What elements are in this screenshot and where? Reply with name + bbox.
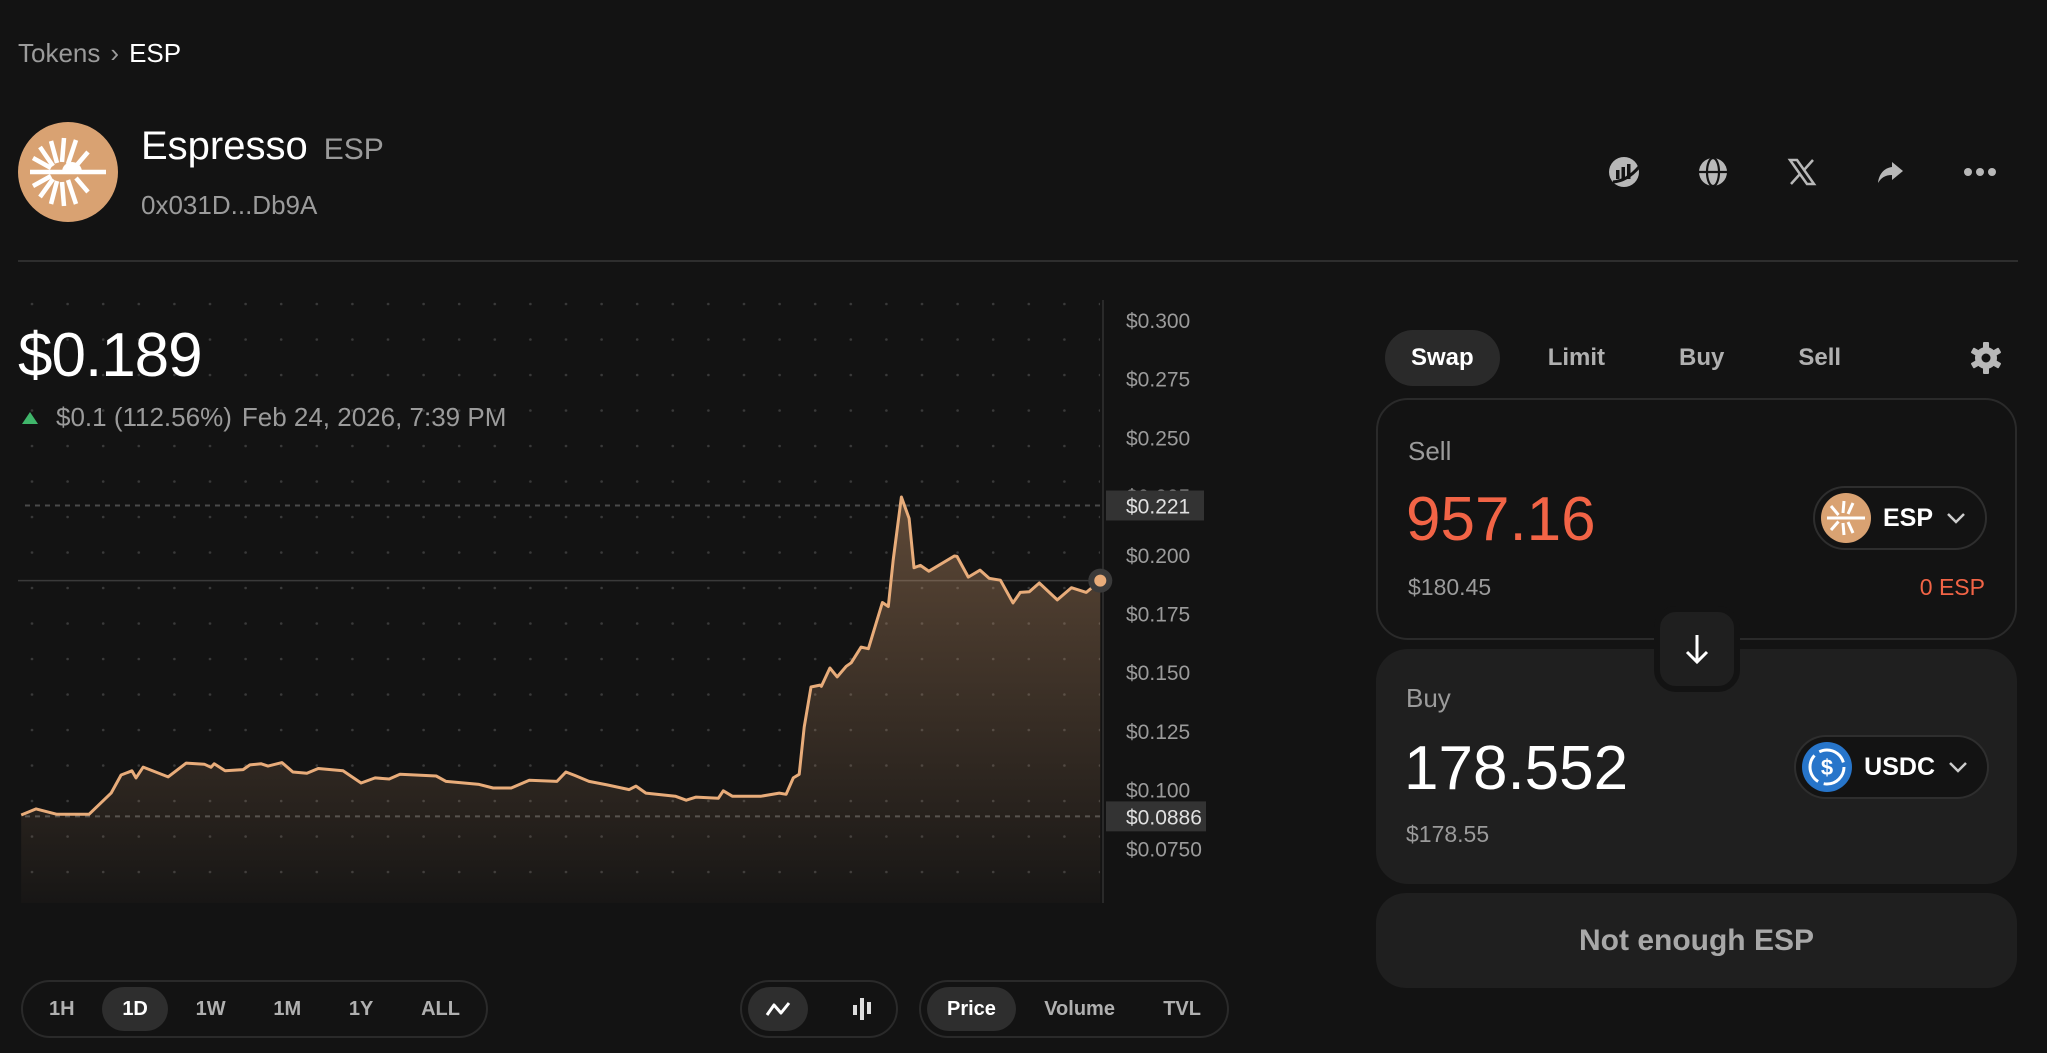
y-tick-label: $0.275	[1126, 369, 1190, 392]
tab-buy[interactable]: Buy	[1653, 330, 1750, 386]
y-tick-label: $0.250	[1126, 427, 1190, 450]
token-name: Espresso	[141, 124, 308, 168]
y-tick-label: $0.0750	[1126, 838, 1202, 861]
y-tick-label: $0.200	[1126, 545, 1190, 568]
swap-tabs: Swap Limit Buy Sell	[1385, 330, 1889, 386]
current-point	[1094, 574, 1107, 587]
timeframe-1m[interactable]: 1M	[253, 987, 321, 1031]
buy-token-selector[interactable]: $ USDC	[1794, 735, 1989, 799]
y-tick-label: $0.175	[1126, 604, 1190, 627]
share-icon[interactable]	[1868, 150, 1912, 194]
sell-panel: Sell 957.16 ESP $180.45 0 ESP	[1376, 398, 2017, 640]
sell-usd-value: $180.45	[1408, 574, 1492, 600]
chart-type-selector	[740, 980, 898, 1038]
more-icon[interactable]	[1958, 150, 2002, 194]
timeframe-1d[interactable]: 1D	[102, 987, 168, 1031]
tab-swap[interactable]: Swap	[1385, 330, 1500, 386]
y-tick-label: $0.150	[1126, 662, 1190, 685]
tab-sell[interactable]: Sell	[1772, 330, 1867, 386]
buy-amount-input[interactable]: 178.552	[1404, 733, 1628, 804]
y-tick-label: $0.300	[1126, 310, 1190, 333]
sell-label: Sell	[1408, 436, 1452, 466]
timeframe-1h[interactable]: 1H	[29, 987, 95, 1031]
globe-icon[interactable]	[1691, 150, 1735, 194]
buy-label: Buy	[1406, 683, 1451, 713]
metric-volume[interactable]: Volume	[1024, 987, 1135, 1031]
token-address[interactable]: 0x031D...Db9A	[141, 190, 317, 221]
chevron-down-icon	[1947, 513, 1965, 524]
esp-token-icon	[1820, 493, 1871, 543]
breadcrumb: Tokens › ESP	[18, 38, 181, 69]
usdc-token-icon: $	[1802, 742, 1853, 792]
timeframe-selector: 1H 1D 1W 1M 1Y ALL	[21, 980, 488, 1038]
up-arrow-icon	[22, 411, 38, 424]
low-price-label: $0.0886	[1126, 806, 1202, 829]
not-enough-balance-button[interactable]: Not enough ESP	[1376, 893, 2017, 988]
token-symbol: ESP	[323, 133, 384, 166]
price-change-row: $0.1 (112.56%) Feb 24, 2026, 7:39 PM	[22, 402, 506, 433]
high-price-label: $0.221	[1126, 495, 1190, 518]
svg-text:$: $	[1821, 755, 1833, 780]
explorer-icon[interactable]	[1602, 150, 1646, 194]
metric-selector: Price Volume TVL	[919, 980, 1229, 1038]
breadcrumb-tokens-link[interactable]: Tokens	[18, 38, 100, 69]
y-tick-label: $0.125	[1126, 721, 1190, 744]
breadcrumb-current: ESP	[129, 38, 182, 68]
sell-amount-input[interactable]: 957.16	[1406, 484, 1596, 555]
sell-token-symbol: ESP	[1882, 503, 1933, 532]
metric-tvl[interactable]: TVL	[1143, 987, 1221, 1031]
token-logo	[18, 122, 118, 222]
sell-balance: 0 ESP	[1919, 574, 1985, 600]
swap-direction-button[interactable]	[1654, 606, 1740, 692]
token-name-row: Espresso ESP	[141, 124, 384, 169]
breadcrumb-separator: ›	[110, 38, 120, 68]
y-tick-label: $0.100	[1126, 780, 1190, 803]
buy-usd-value: $178.55	[1406, 821, 1490, 847]
price-timestamp: Feb 24, 2026, 7:39 PM	[241, 402, 507, 432]
sell-token-selector[interactable]: ESP	[1812, 486, 1987, 550]
buy-token-symbol: USDC	[1864, 752, 1935, 781]
price-chart[interactable]: $0.300$0.275$0.250$0.225$0.200$0.175$0.1…	[0, 300, 1230, 920]
metric-price[interactable]: Price	[927, 987, 1016, 1031]
timeframe-1w[interactable]: 1W	[176, 987, 246, 1031]
chevron-down-icon	[1949, 762, 1967, 773]
espresso-logo-icon	[30, 137, 106, 207]
candlestick-icon[interactable]	[834, 987, 890, 1031]
line-chart-icon[interactable]	[748, 987, 808, 1031]
timeframe-1y[interactable]: 1Y	[329, 987, 393, 1031]
timeframe-all[interactable]: ALL	[401, 987, 480, 1031]
current-price: $0.189	[18, 321, 203, 390]
tab-limit[interactable]: Limit	[1522, 330, 1631, 386]
x-icon[interactable]	[1780, 150, 1824, 194]
price-change: $0.1 (112.56%)	[56, 402, 232, 432]
header-divider	[18, 260, 2018, 262]
arrow-down-icon	[1685, 635, 1709, 665]
settings-gear-icon[interactable]	[1968, 340, 2004, 381]
